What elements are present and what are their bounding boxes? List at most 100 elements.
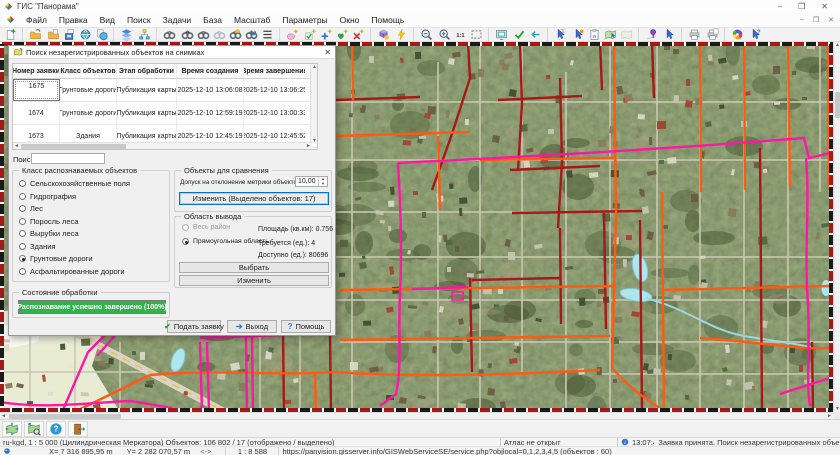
find-address-button[interactable]: [227, 28, 243, 41]
map-overview-button[interactable]: [2, 421, 22, 437]
cell[interactable]: 2025-12-10 13:06:25: [244, 79, 305, 101]
class-option-7[interactable]: Асфальтированные дороги: [19, 267, 125, 276]
cell[interactable]: Публикация карты: [117, 79, 177, 101]
dialog-title-bar[interactable]: Поиск незарегистрированных объектов на с…: [9, 46, 335, 59]
view-3d-button[interactable]: [370, 28, 393, 41]
menu-item-8[interactable]: Параметры: [276, 13, 333, 27]
pointer-button[interactable]: [661, 28, 677, 41]
objects-list-button[interactable]: [259, 28, 275, 41]
pointer-object-button[interactable]: [570, 28, 586, 41]
print-setup-button[interactable]: [704, 28, 720, 41]
change-selected-objects-button[interactable]: Изменить (Выделено объектов: 17): [179, 192, 329, 205]
zoom-in-button[interactable]: [436, 28, 452, 41]
table-header-row[interactable]: Номер заявки Класс объектов Этап обработ…: [13, 64, 317, 79]
map-dim-button[interactable]: [618, 28, 634, 41]
mdi-restore-button[interactable]: ❐: [813, 16, 819, 24]
dialog-close-icon[interactable]: ✕: [324, 48, 331, 57]
window-maximize-button[interactable]: ❐: [798, 2, 805, 11]
zoom-out-button[interactable]: [413, 28, 436, 41]
menu-item-3[interactable]: Вид: [94, 13, 121, 27]
scroll-down-icon[interactable]: ▼: [311, 138, 318, 144]
open-geoportal-button[interactable]: [77, 28, 93, 41]
col-header-stage[interactable]: Этап обработки: [117, 64, 177, 78]
find-button[interactable]: [156, 28, 179, 41]
horizontal-scroll-thumb[interactable]: [9, 414, 121, 419]
change-area-button[interactable]: Изменить: [179, 275, 329, 286]
mdi-close-button[interactable]: ✕: [828, 16, 834, 24]
find-inactive-button[interactable]: [211, 28, 227, 41]
rectangular-area-radio[interactable]: Прямоугольная область: [182, 238, 269, 245]
open-data-button[interactable]: [45, 28, 61, 41]
class-option-6[interactable]: Грунтовые дороги: [19, 254, 93, 263]
menu-item-2[interactable]: Правка: [53, 13, 94, 27]
col-header-request-number[interactable]: Номер заявки: [13, 64, 60, 78]
fit-to-screen-button[interactable]: [488, 28, 511, 41]
open-map-button[interactable]: [22, 28, 45, 41]
class-option-3[interactable]: Поросль леса: [19, 217, 79, 226]
fast-redraw-button[interactable]: [393, 28, 409, 41]
table-vertical-scrollbar[interactable]: ▲ ▼: [310, 64, 317, 144]
cell[interactable]: Грунтовые дороги: [60, 102, 117, 124]
class-option-2[interactable]: Лес: [19, 204, 43, 213]
scroll-up-icon[interactable]: ▲: [311, 64, 318, 70]
exit-button[interactable]: ➔ Выход: [227, 320, 277, 333]
new-document-button[interactable]: [2, 28, 18, 41]
tolerance-value[interactable]: 10,00: [296, 177, 318, 186]
cell[interactable]: 2025-12-10 12:59:19: [177, 102, 244, 124]
class-option-1[interactable]: Гидрография: [19, 192, 76, 201]
requests-table[interactable]: Номер заявки Класс объектов Этап обработ…: [12, 63, 318, 150]
scroll-left-icon[interactable]: ◄: [0, 413, 7, 419]
whole-region-radio[interactable]: Весь район: [182, 224, 230, 231]
vertical-scroll-thumb[interactable]: [835, 92, 840, 118]
table-row[interactable]: 1675 Грунтовые дороги Публикация карты 2…: [13, 79, 317, 102]
scroll-right-icon[interactable]: ►: [826, 413, 833, 419]
apply-button[interactable]: [511, 28, 527, 41]
print-button[interactable]: [681, 28, 704, 41]
menu-item-1[interactable]: Файл: [20, 13, 53, 27]
table-horizontal-scrollbar[interactable]: ◄ ►: [13, 142, 312, 149]
save-button[interactable]: [61, 28, 77, 41]
find-extended-button[interactable]: …: [195, 28, 211, 41]
help-button[interactable]: ?: [46, 421, 66, 437]
map-horizontal-scrollbar[interactable]: ◄ ►: [0, 412, 833, 419]
select-save-button[interactable]: [334, 28, 350, 41]
scale-1-1-button[interactable]: 1:1: [452, 28, 468, 41]
spinner-arrows[interactable]: ▲▼: [318, 177, 327, 186]
object-properties-button[interactable]: a: [586, 28, 602, 41]
select-objects-button[interactable]: [279, 28, 302, 41]
class-option-4[interactable]: Вырубки леса: [19, 229, 79, 238]
col-header-finished[interactable]: Время завершения: [244, 64, 305, 78]
select-append-button[interactable]: [318, 28, 334, 41]
find-repeat-button[interactable]: [243, 28, 259, 41]
submit-request-button[interactable]: ✔ Подать заявку: [167, 320, 221, 333]
menu-item-10[interactable]: Помощь: [365, 13, 410, 27]
menu-item-7[interactable]: Масштаб: [228, 13, 276, 27]
menu-item-4[interactable]: Поиск: [121, 13, 157, 27]
cell[interactable]: 2025-12-10 13:06:08: [177, 79, 244, 101]
class-option-0[interactable]: Сельскохозяйственные поля: [19, 179, 130, 188]
select-confirm-button[interactable]: [302, 28, 318, 41]
map-layers-button[interactable]: [113, 28, 136, 41]
menu-item-6[interactable]: База: [197, 13, 228, 27]
help-button[interactable]: ? Помощь: [281, 320, 331, 333]
cell[interactable]: Публикация карты: [117, 102, 177, 124]
class-option-5[interactable]: Здания: [19, 242, 55, 251]
select-clear-button[interactable]: [350, 28, 366, 41]
cell[interactable]: 1674: [13, 102, 60, 124]
menu-item-9[interactable]: Окно: [334, 13, 366, 27]
map-move-button[interactable]: [24, 421, 44, 437]
select-area-button[interactable]: Выбрать: [179, 262, 329, 273]
tolerance-spinbox[interactable]: 10,00 ▲▼: [295, 176, 328, 187]
scroll-left-icon[interactable]: ◄: [13, 143, 20, 149]
find-by-name-button[interactable]: a: [179, 28, 195, 41]
pointer-grid-button[interactable]: [547, 28, 570, 41]
window-close-button[interactable]: ✕: [821, 2, 828, 11]
menu-item-5[interactable]: Задачи: [157, 13, 198, 27]
exit-button[interactable]: [68, 421, 88, 437]
scroll-right-icon[interactable]: ►: [305, 143, 312, 149]
map-vertical-scrollbar[interactable]: ▲ ▼: [833, 42, 840, 412]
cell[interactable]: 1675: [13, 79, 60, 101]
viewport-frame-button[interactable]: [468, 28, 484, 41]
open-project-button[interactable]: [93, 28, 109, 41]
color-settings-button[interactable]: [724, 28, 747, 41]
